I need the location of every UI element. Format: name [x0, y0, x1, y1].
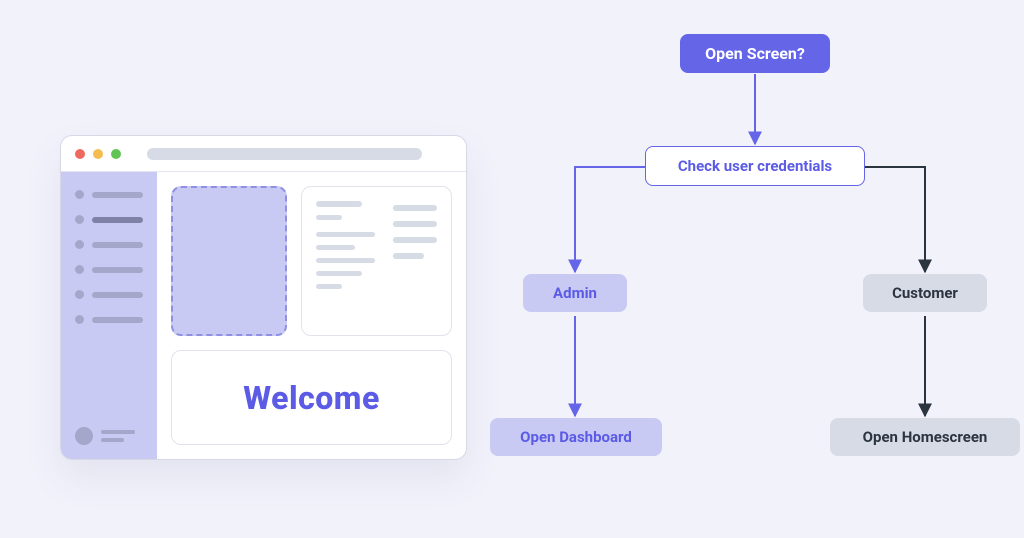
flowchart: Open Screen? Check user credentials Admi…: [475, 28, 1015, 508]
welcome-card: Welcome: [171, 350, 452, 445]
sidebar-item: [75, 265, 143, 274]
url-bar: [147, 148, 422, 160]
main-area: Welcome: [157, 172, 466, 459]
sidebar-item: [75, 290, 143, 299]
sidebar-item: [75, 190, 143, 199]
traffic-light-yellow-icon: [93, 149, 103, 159]
flow-node-admin: Admin: [523, 274, 627, 312]
flow-node-check-credentials: Check user credentials: [645, 146, 865, 186]
welcome-heading: Welcome: [243, 379, 380, 417]
sidebar-item: [75, 315, 143, 324]
traffic-light-green-icon: [111, 149, 121, 159]
main-top-row: [171, 186, 452, 336]
info-card: [301, 186, 452, 336]
flow-node-open-dashboard: Open Dashboard: [490, 418, 662, 456]
browser-chrome: [61, 136, 466, 172]
flow-node-open-screen: Open Screen?: [680, 34, 830, 73]
sidebar: [61, 172, 157, 459]
avatar-icon: [75, 427, 93, 445]
browser-mockup: Welcome: [60, 135, 467, 460]
browser-body: Welcome: [61, 172, 466, 459]
flow-node-customer: Customer: [863, 274, 987, 312]
sidebar-footer: [75, 427, 143, 445]
sidebar-item: [75, 240, 143, 249]
dashed-placeholder-card: [171, 186, 287, 336]
flow-node-open-homescreen: Open Homescreen: [830, 418, 1020, 456]
traffic-light-red-icon: [75, 149, 85, 159]
sidebar-item: [75, 215, 143, 224]
